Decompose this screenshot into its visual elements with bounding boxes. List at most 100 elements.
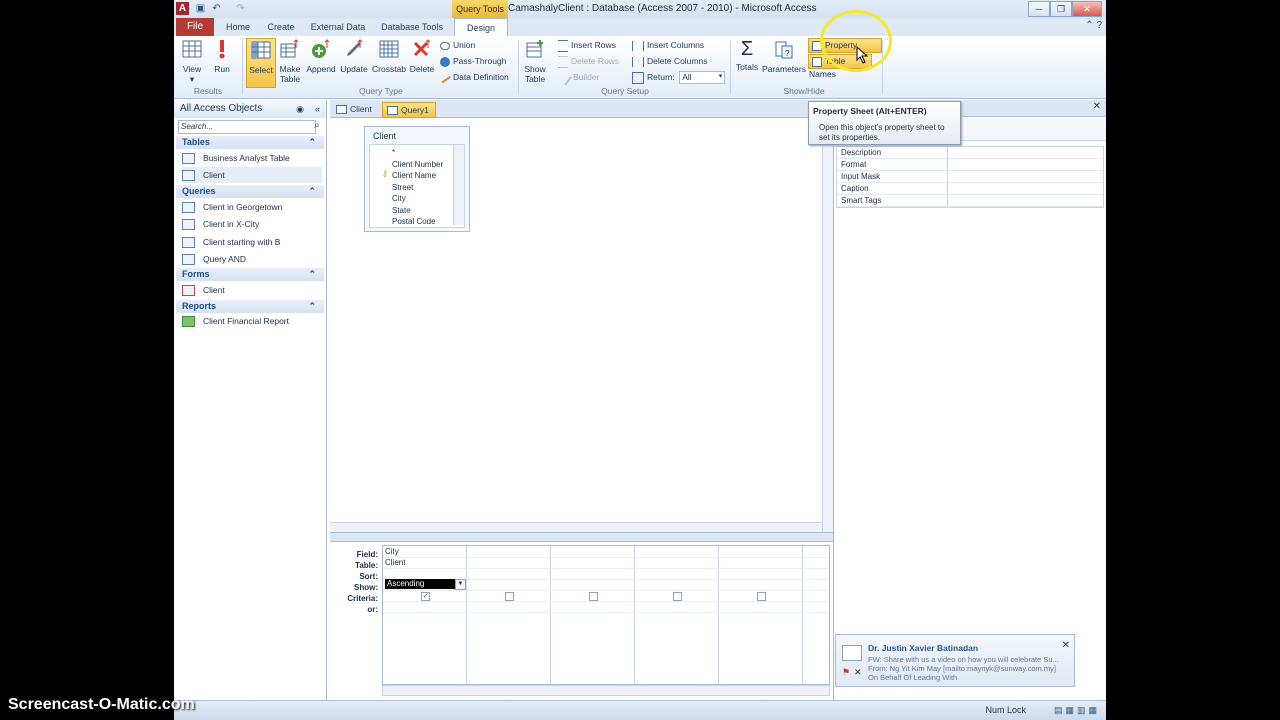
property-name: Input Mask (841, 172, 881, 181)
nav-item-query[interactable]: Client in Georgetown (182, 199, 282, 215)
nav-item-client-table[interactable]: Client (182, 167, 322, 183)
delete-icon[interactable]: ✕ (854, 667, 862, 678)
results-group-label: Results (193, 86, 223, 96)
delete-query-button[interactable]: Delete (408, 38, 436, 86)
tab-external-data[interactable]: External Data (310, 18, 366, 36)
field-item[interactable]: Street (392, 182, 413, 193)
delete-columns-label: Delete Columns (647, 56, 708, 66)
field-item[interactable]: Client Number (392, 159, 443, 170)
show-checkbox[interactable] (589, 592, 598, 601)
doc-tab-client[interactable]: Client (332, 102, 378, 116)
nav-item-client-financial-report[interactable]: Client Financial Report (182, 313, 289, 329)
close-button[interactable]: ✕ (1072, 1, 1102, 17)
crosstab-button[interactable]: Crosstab (372, 38, 406, 86)
view-button[interactable]: View ▾ (178, 38, 206, 86)
field-item[interactable]: City (392, 193, 406, 204)
field-item[interactable]: Postal Code (392, 216, 436, 227)
nav-group-tables[interactable]: Tables ⌃ (176, 136, 324, 149)
redo-icon[interactable]: ↷ (234, 2, 247, 15)
data-definition-button[interactable]: Data Definition (439, 70, 509, 84)
doc-tab-query1[interactable]: Query1 (382, 102, 436, 118)
maximize-button[interactable]: ❐ (1050, 1, 1072, 17)
show-table-button[interactable]: Show Table (522, 38, 548, 86)
save-icon[interactable]: ▣ (194, 2, 207, 15)
return-select[interactable]: All ▾ (679, 71, 726, 85)
nav-item-label: Client in X-City (203, 219, 260, 229)
nav-item-query[interactable]: Client in X-City (182, 216, 259, 232)
union-button[interactable]: Union (440, 38, 475, 52)
query-type-group-label: Query Type (359, 86, 403, 96)
grid-table-cell[interactable]: Client (385, 557, 405, 568)
property-row[interactable]: Caption (837, 183, 1103, 195)
insert-rows-icon (558, 39, 568, 52)
undo-icon[interactable]: ↶ (210, 2, 223, 15)
totals-button[interactable]: Σ Totals (734, 38, 760, 86)
crosstab-icon (379, 40, 399, 58)
access-app-icon[interactable]: A (176, 2, 189, 15)
tab-database-tools[interactable]: Database Tools (380, 18, 444, 36)
show-checkbox[interactable] (673, 592, 682, 601)
delete-columns-button[interactable]: Delete Columns (632, 54, 707, 68)
select-query-button[interactable]: Select (246, 38, 276, 88)
field-list-scrollbar[interactable] (453, 145, 464, 225)
field-list-body: * ⚷ Client Number Client Name Street Cit… (369, 144, 465, 228)
property-row[interactable]: Format (837, 159, 1103, 171)
grid-horizontal-scrollbar[interactable] (382, 685, 830, 696)
nav-search-input[interactable]: Search... (178, 120, 316, 134)
chevron-down-icon[interactable]: ▼ (455, 579, 466, 590)
close-icon[interactable]: ✕ (1093, 101, 1101, 112)
nav-group-forms[interactable]: Forms ⌃ (176, 268, 324, 281)
property-row[interactable]: Description (837, 147, 1103, 159)
show-checkbox[interactable]: ✓ (421, 592, 430, 601)
grid-field-cell[interactable]: City (385, 546, 399, 557)
append-button[interactable]: Append (306, 38, 336, 86)
nav-item-business-analyst-table[interactable]: Business Analyst Table (182, 150, 290, 166)
window-title: CamashalyClient : Database (Access 2007 … (508, 3, 817, 14)
field-item[interactable]: * (392, 147, 395, 158)
property-row[interactable]: Input Mask (837, 171, 1103, 183)
pass-through-button[interactable]: Pass-Through (440, 54, 506, 68)
property-row[interactable]: Smart Tags (837, 195, 1103, 207)
tab-file[interactable]: File (176, 18, 214, 36)
query-setup-group-label: Query Setup (601, 86, 649, 96)
nav-header[interactable]: All Access Objects ◉ « (174, 100, 326, 118)
view-switcher-icons[interactable]: ▤▦▥▦ (1054, 705, 1100, 716)
flag-icon[interactable]: ⚑ (842, 667, 850, 678)
chevron-down-icon[interactable]: ◉ (296, 100, 304, 118)
collapse-pane-icon[interactable]: « (315, 100, 320, 118)
pane-splitter[interactable] (330, 532, 833, 542)
tab-design[interactable]: Design (454, 18, 508, 37)
search-icon[interactable]: ⌕ (314, 120, 320, 131)
email-notification[interactable]: ⚑ ✕ Dr. Justin Xavier Batinadan FW: Shar… (835, 634, 1075, 687)
tab-create[interactable]: Create (264, 18, 298, 36)
show-checkbox[interactable] (757, 592, 766, 601)
update-label: Update (340, 64, 368, 74)
grid-sort-select[interactable]: Ascending (385, 579, 465, 589)
field-item[interactable]: Client Name (392, 170, 436, 181)
nav-item-query[interactable]: Query AND (182, 251, 246, 267)
insert-rows-button[interactable]: Insert Rows (558, 38, 616, 52)
nav-group-queries[interactable]: Queries ⌃ (176, 185, 324, 198)
client-field-list[interactable]: Client * ⚷ Client Number Client Name Str… (364, 126, 470, 232)
help-icon[interactable]: ⌃ ? (1085, 20, 1102, 31)
svg-text:?: ? (785, 49, 790, 58)
nav-group-reports[interactable]: Reports ⌃ (176, 300, 324, 313)
builder-button[interactable]: Builder (556, 70, 599, 86)
parameters-button[interactable]: ? Parameters (762, 38, 806, 86)
make-table-button[interactable]: Make Table (276, 38, 304, 86)
property-table: Description Format Input Mask Caption Sm… (836, 146, 1104, 208)
insert-columns-button[interactable]: Insert Columns (632, 38, 704, 52)
delete-rows-button[interactable]: Delete Rows (558, 54, 619, 68)
tab-home[interactable]: Home (222, 18, 254, 36)
minimize-button[interactable]: ─ (1028, 1, 1050, 17)
close-icon[interactable]: ✕ (1062, 640, 1070, 651)
doc-tab-label: Client (350, 104, 372, 114)
nav-item-client-form[interactable]: Client (182, 282, 225, 298)
upper-pane-vertical-scrollbar[interactable] (822, 118, 833, 532)
nav-item-query[interactable]: Client starting with B (182, 234, 280, 250)
envelope-icon (842, 645, 862, 661)
update-button[interactable]: Update (338, 38, 370, 86)
field-item[interactable]: State (392, 205, 411, 216)
show-checkbox[interactable] (505, 592, 514, 601)
run-button[interactable]: Run (210, 38, 234, 86)
